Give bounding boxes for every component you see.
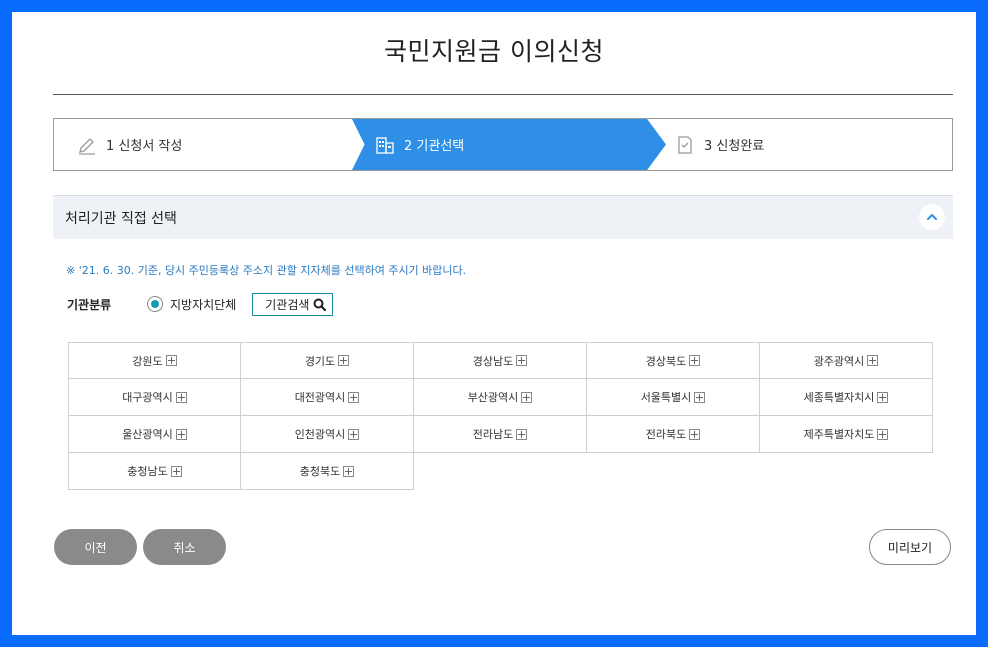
expand-plus-icon <box>338 355 350 366</box>
expand-plus-icon <box>348 391 360 403</box>
org-type-label: 기관분류 <box>67 297 112 312</box>
local-gov-radio[interactable] <box>147 296 163 312</box>
region-grid: 강원도 경기도 경상남도 경상북도 광주광역시 대구광역시 대전광역시 부산광역… <box>68 342 936 490</box>
cancel-button[interactable]: 취소 <box>143 529 226 565</box>
region-cell[interactable]: 전라북도 <box>587 416 760 453</box>
region-row: 충청남도 충청북도 <box>68 453 936 490</box>
step-1-label: 1 신청서 작성 <box>106 139 183 154</box>
expand-plus-icon <box>689 428 701 440</box>
expand-plus-icon <box>867 355 879 366</box>
section-header: 처리기관 직접 선택 <box>53 195 953 239</box>
expand-plus-icon <box>175 391 187 403</box>
expand-plus-icon <box>348 428 360 440</box>
expand-plus-icon <box>343 465 355 477</box>
region-cell[interactable]: 충청남도 <box>68 453 241 490</box>
region-cell[interactable]: 경상남도 <box>414 342 587 379</box>
search-icon <box>313 298 327 311</box>
expand-plus-icon <box>165 355 177 366</box>
collapse-button[interactable] <box>919 204 945 230</box>
step-indicator: 1 신청서 작성 2 기관선택 3 신청완료 <box>53 118 953 171</box>
expand-plus-icon <box>175 428 187 440</box>
expand-plus-icon <box>689 355 701 366</box>
region-cell[interactable]: 부산광역시 <box>414 379 587 416</box>
region-cell[interactable]: 광주광역시 <box>760 342 933 379</box>
region-cell[interactable]: 서울특별시 <box>587 379 760 416</box>
expand-plus-icon <box>170 465 182 477</box>
page-title: 국민지원금 이의신청 <box>384 37 604 66</box>
notice-text: ※ '21. 6. 30. 기준, 당시 주민등록상 주소지 관할 지자체를 선… <box>66 264 467 277</box>
expand-plus-icon <box>521 391 533 403</box>
region-cell[interactable]: 울산광역시 <box>68 416 241 453</box>
region-cell[interactable]: 대구광역시 <box>68 379 241 416</box>
expand-plus-icon <box>877 428 889 440</box>
step-2-label: 2 기관선택 <box>404 139 465 154</box>
region-row: 대구광역시 대전광역시 부산광역시 서울특별시 세종특별자치시 <box>68 379 936 416</box>
step-3-label: 3 신청완료 <box>704 139 765 154</box>
region-cell[interactable]: 인천광역시 <box>241 416 414 453</box>
prev-button[interactable]: 이전 <box>54 529 137 565</box>
region-cell[interactable]: 강원도 <box>68 342 241 379</box>
org-type-row: 기관분류 지방자치단체 기관검색 <box>67 292 334 316</box>
chevron-up-icon <box>927 214 937 220</box>
region-row: 울산광역시 인천광역시 전라남도 전라북도 제주특별자치도 <box>68 416 936 453</box>
section-title: 처리기관 직접 선택 <box>65 210 177 227</box>
radio-selected-dot <box>151 300 159 308</box>
expand-plus-icon <box>877 391 889 403</box>
preview-button[interactable]: 미리보기 <box>869 529 951 565</box>
step-3: 3 신청완료 <box>652 119 952 170</box>
region-cell[interactable]: 대전광역시 <box>241 379 414 416</box>
region-cell[interactable]: 경상북도 <box>587 342 760 379</box>
expand-plus-icon <box>516 355 528 366</box>
page-frame: 국민지원금 이의신청 1 신청서 작성 2 기관선택 3 신청완료 처리기관 직… <box>12 12 976 635</box>
expand-plus-icon <box>516 428 528 440</box>
step-2: 2 기관선택 <box>352 119 666 170</box>
region-cell[interactable]: 충청북도 <box>241 453 414 490</box>
title-divider <box>53 94 953 95</box>
expand-plus-icon <box>694 391 706 403</box>
org-search-label: 기관검색 <box>265 297 310 312</box>
pencil-icon <box>76 134 98 156</box>
step-1: 1 신청서 작성 <box>54 119 354 170</box>
region-row: 강원도 경기도 경상남도 경상북도 광주광역시 <box>68 342 936 379</box>
building-icon <box>374 134 396 156</box>
org-search-button[interactable]: 기관검색 <box>252 292 334 316</box>
region-cell[interactable]: 경기도 <box>241 342 414 379</box>
region-cell[interactable]: 세종특별자치시 <box>760 379 933 416</box>
region-cell[interactable]: 제주특별자치도 <box>760 416 933 453</box>
document-check-icon <box>674 134 696 156</box>
local-gov-radio-label[interactable]: 지방자치단체 <box>170 296 236 313</box>
region-cell[interactable]: 전라남도 <box>414 416 587 453</box>
